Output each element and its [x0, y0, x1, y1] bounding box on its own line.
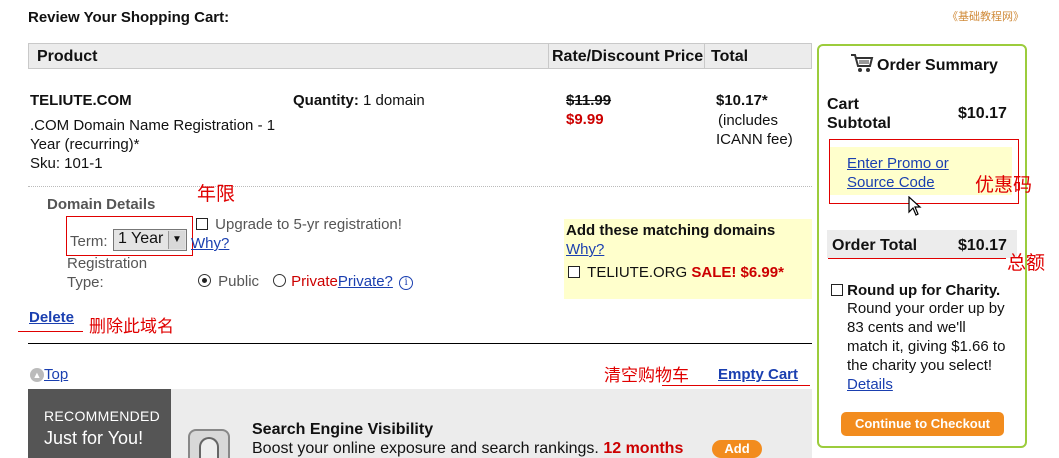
- add-recommended-button[interactable]: Add: [712, 440, 762, 458]
- registration-type-label: Registration Type:: [67, 254, 147, 292]
- public-option[interactable]: Public: [198, 273, 259, 290]
- order-summary-title: Order Summary: [877, 57, 998, 74]
- old-price: $11.99: [566, 92, 612, 109]
- annotation-empty-cart-underline: [662, 385, 810, 386]
- new-price: $9.99: [566, 111, 604, 128]
- header-rate-price: Rate/Discount Price: [552, 48, 704, 65]
- charity-text-line: match it, giving $1.66 to: [847, 338, 1006, 355]
- annotation-term-box: [66, 216, 193, 256]
- row-divider: [28, 186, 812, 187]
- annotation-term: 年限: [197, 183, 236, 205]
- order-total-value: $10.17: [958, 237, 1007, 254]
- charity-section: Round up for Charity. Round your order u…: [831, 282, 1021, 394]
- upgrade-why-link[interactable]: Why?: [191, 235, 229, 252]
- top-link-group[interactable]: ▲ Top: [30, 366, 68, 383]
- item-name: TELIUTE.COM: [30, 92, 132, 109]
- item-quantity: Quantity: 1 domain: [293, 92, 425, 109]
- watermark: 《基础教程网》: [947, 11, 1024, 23]
- annotation-total: 总额: [1007, 252, 1046, 274]
- delete-link[interactable]: Delete: [29, 309, 74, 326]
- item-sku: Sku: 101-1: [30, 155, 103, 172]
- private-radio[interactable]: [273, 274, 286, 287]
- page-title: Review Your Shopping Cart:: [28, 9, 230, 26]
- arrow-up-icon: ▲: [30, 368, 44, 382]
- private-label: Private: [291, 273, 338, 290]
- annotation-empty-cart: 清空购物车: [604, 366, 689, 386]
- top-link[interactable]: Top: [44, 366, 68, 383]
- search-engine-icon: [188, 429, 230, 458]
- public-label: Public: [218, 273, 260, 290]
- quantity-label: Quantity:: [293, 92, 359, 109]
- matching-why-link[interactable]: Why?: [566, 241, 604, 258]
- annotation-delete: 删除此域名: [89, 317, 174, 337]
- cart-icon: [850, 53, 874, 73]
- recommended-desc-text: Boost your online exposure and search ra…: [252, 440, 599, 457]
- mouse-pointer-icon: [908, 195, 922, 216]
- recommended-badge-line: Just for You!: [44, 428, 144, 448]
- recommended-badge-line: RECOMMENDED: [44, 408, 161, 424]
- recommended-description: Boost your online exposure and search ra…: [252, 440, 683, 458]
- private-help-link[interactable]: Private?: [338, 273, 393, 290]
- item-description-line: .COM Domain Name Registration - 1: [30, 117, 276, 134]
- annotation-promo: 优惠码: [975, 174, 1033, 196]
- upgrade-checkbox[interactable]: [196, 218, 208, 230]
- matching-domain-option[interactable]: TELIUTE.ORG SALE! $6.99*: [568, 264, 784, 281]
- subtotal-label-line: Cart: [827, 96, 860, 113]
- upgrade-label: Upgrade to 5-yr registration!: [215, 216, 402, 233]
- total-note-line: ICANN fee): [716, 131, 793, 148]
- quantity-value: 1 domain: [363, 92, 425, 109]
- header-total: Total: [711, 48, 749, 65]
- subtotal-label-line: Subtotal: [827, 115, 891, 132]
- registration-label-line: Type:: [67, 274, 104, 291]
- charity-details-link[interactable]: Details: [847, 376, 893, 393]
- recommended-badge: RECOMMENDED Just for You!: [28, 389, 171, 458]
- matching-domains-panel: Add these matching domains Why? TELIUTE.…: [564, 219, 812, 299]
- annotation-delete-underline: [18, 331, 83, 332]
- header-product: Product: [37, 48, 98, 65]
- total-note-line: (includes: [718, 112, 779, 129]
- private-option[interactable]: PrivatePrivate? i: [273, 273, 414, 290]
- matching-domain-name: TELIUTE.ORG: [587, 264, 688, 281]
- order-total-row: Order Total $10.17: [827, 230, 1017, 258]
- subtotal-label: Cart Subtotal: [827, 95, 891, 133]
- public-radio[interactable]: [198, 274, 211, 287]
- item-description-line: Year (recurring)*: [30, 136, 140, 153]
- recommended-term: 12 months: [603, 440, 684, 457]
- registration-label-line: Registration: [67, 255, 148, 272]
- section-divider: [28, 343, 812, 344]
- continue-to-checkout-button[interactable]: Continue to Checkout: [841, 412, 1004, 436]
- charity-text-line: the charity you select!: [847, 357, 993, 374]
- subtotal-value: $10.17: [958, 105, 1007, 122]
- charity-text-line: 83 cents and we'll: [847, 319, 966, 336]
- info-icon[interactable]: i: [399, 276, 414, 290]
- matching-domain-checkbox[interactable]: [568, 266, 580, 278]
- charity-checkbox[interactable]: [831, 284, 843, 296]
- matching-domain-sale: SALE! $6.99*: [691, 264, 784, 281]
- item-description: .COM Domain Name Registration - 1 Year (…: [30, 116, 275, 173]
- annotation-total-underline: [828, 258, 1006, 259]
- charity-text: Round your order up by 83 cents and we'l…: [847, 299, 1021, 394]
- order-total-label: Order Total: [832, 237, 918, 254]
- charity-option[interactable]: Round up for Charity.: [831, 282, 1021, 299]
- charity-title: Round up for Charity.: [847, 282, 1001, 299]
- recommended-title: Search Engine Visibility: [252, 421, 434, 438]
- upgrade-option[interactable]: Upgrade to 5-yr registration!: [196, 216, 402, 233]
- header-divider: [548, 44, 549, 69]
- domain-details-heading: Domain Details: [47, 196, 156, 213]
- item-total: $10.17*: [716, 92, 768, 109]
- matching-heading: Add these matching domains: [566, 222, 776, 239]
- empty-cart-link[interactable]: Empty Cart: [718, 366, 798, 383]
- cart-table-header: Product Rate/Discount Price Total: [28, 43, 812, 69]
- charity-text-line: Round your order up by: [847, 300, 1005, 317]
- item-total-note: (includes ICANN fee): [716, 111, 793, 149]
- header-divider: [704, 44, 705, 69]
